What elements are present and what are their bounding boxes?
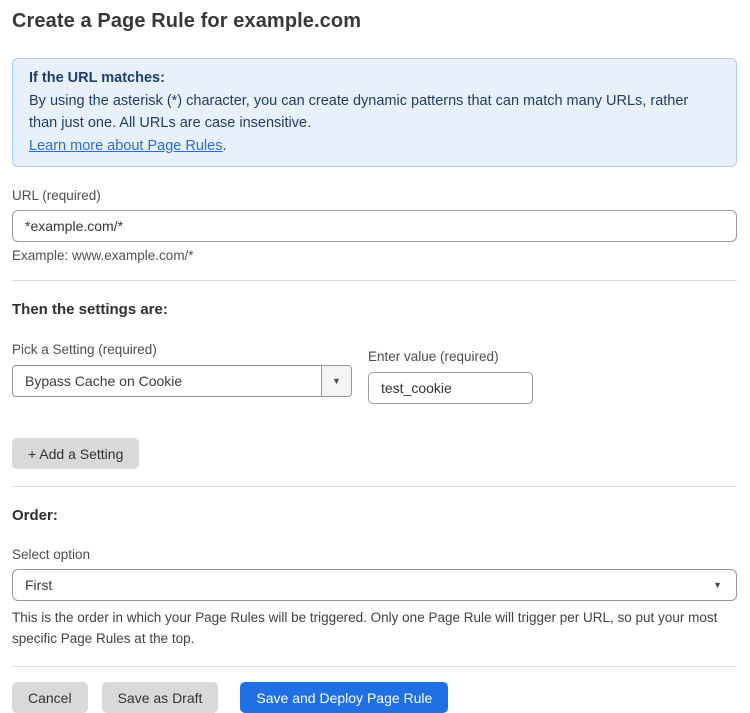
section-divider xyxy=(12,280,737,281)
setting-value-column: Enter value (required) xyxy=(368,349,533,404)
save-draft-button[interactable]: Save as Draft xyxy=(102,682,219,713)
setting-select-arrow-button[interactable]: ▼ xyxy=(321,366,351,396)
order-select-value: First xyxy=(25,577,52,593)
settings-section-heading: Then the settings are: xyxy=(12,301,737,318)
footer-actions: Cancel Save as Draft Save and Deploy Pag… xyxy=(12,682,737,713)
page-title: Create a Page Rule for example.com xyxy=(12,10,737,33)
link-suffix-period: . xyxy=(222,138,226,154)
add-setting-button[interactable]: + Add a Setting xyxy=(12,438,139,469)
section-divider xyxy=(12,666,737,667)
url-field-helper: Example: www.example.com/* xyxy=(12,248,737,263)
setting-select[interactable]: Bypass Cache on Cookie ▼ xyxy=(12,365,352,397)
setting-value-input[interactable] xyxy=(368,372,533,404)
setting-value-label: Enter value (required) xyxy=(368,349,533,364)
save-deploy-button[interactable]: Save and Deploy Page Rule xyxy=(240,682,448,713)
create-page-rule-panel: Create a Page Rule for example.com If th… xyxy=(0,0,750,713)
chevron-down-icon: ▼ xyxy=(713,581,722,590)
chevron-down-icon: ▼ xyxy=(332,377,341,386)
order-select-label: Select option xyxy=(12,547,737,562)
info-box-heading: If the URL matches: xyxy=(29,67,720,90)
order-helper-text: This is the order in which your Page Rul… xyxy=(12,608,737,649)
setting-row: Pick a Setting (required) Bypass Cache o… xyxy=(12,342,737,404)
url-input[interactable] xyxy=(12,210,737,242)
order-section-heading: Order: xyxy=(12,507,737,524)
cancel-button[interactable]: Cancel xyxy=(12,682,88,713)
setting-select-label: Pick a Setting (required) xyxy=(12,342,352,357)
order-select[interactable]: First ▼ xyxy=(12,569,737,601)
learn-more-link[interactable]: Learn more about Page Rules xyxy=(29,138,222,154)
url-field-label: URL (required) xyxy=(12,188,737,203)
setting-select-value: Bypass Cache on Cookie xyxy=(13,366,321,396)
info-box-link-line: Learn more about Page Rules. xyxy=(29,135,720,158)
section-divider xyxy=(12,486,737,487)
url-match-info-box: If the URL matches: By using the asteris… xyxy=(12,58,737,167)
setting-select-column: Pick a Setting (required) Bypass Cache o… xyxy=(12,342,352,397)
info-box-body: By using the asterisk (*) character, you… xyxy=(29,90,720,135)
